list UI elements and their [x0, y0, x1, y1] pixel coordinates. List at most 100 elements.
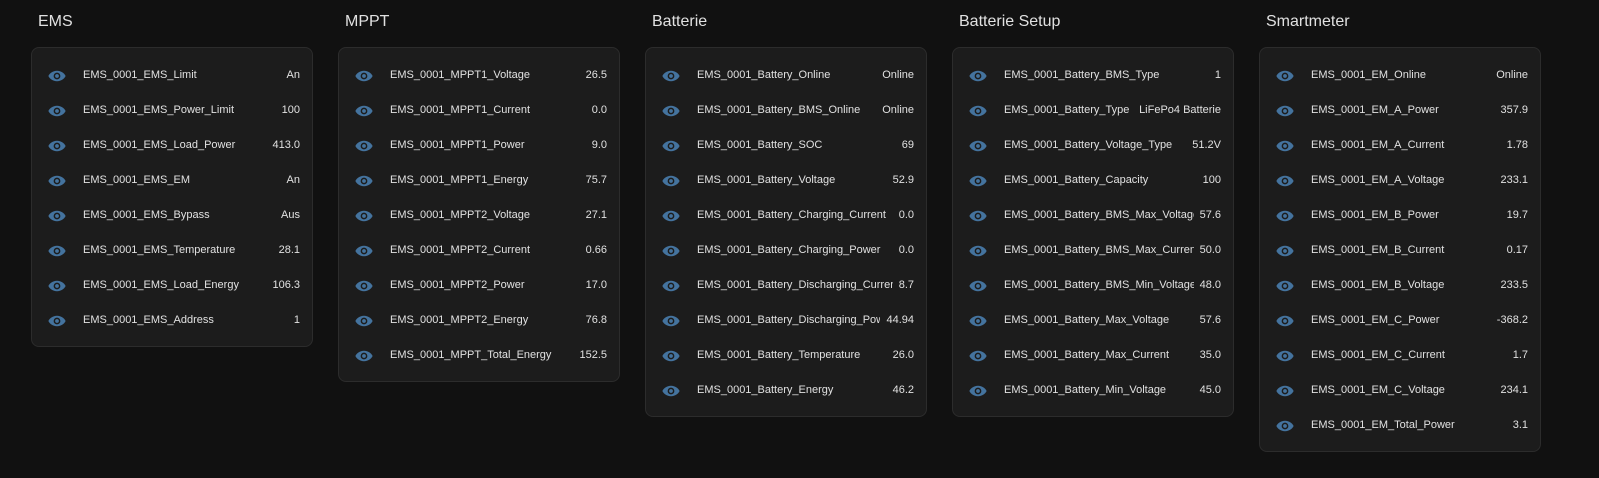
entity-name[interactable]: EMS_0001_EM_A_Current	[1311, 139, 1501, 151]
entity-name[interactable]: EMS_0001_EMS_Limit	[83, 69, 281, 81]
entity-row[interactable]: EMS_0001_EMS_Temperature 28.1	[32, 232, 312, 267]
eye-icon[interactable]	[1276, 384, 1294, 396]
entity-row[interactable]: EMS_0001_MPPT2_Energy 76.8	[339, 302, 619, 337]
entity-name[interactable]: EMS_0001_MPPT2_Energy	[390, 314, 580, 326]
eye-icon[interactable]	[1276, 139, 1294, 151]
entity-row[interactable]: EMS_0001_MPPT2_Current 0.66	[339, 232, 619, 267]
entity-name[interactable]: EMS_0001_Battery_BMS_Type	[1004, 69, 1209, 81]
entity-name[interactable]: EMS_0001_EMS_Load_Power	[83, 139, 266, 151]
entity-row[interactable]: EMS_0001_Battery_Type LiFePo4 Batterie	[953, 92, 1233, 127]
eye-icon[interactable]	[1276, 349, 1294, 361]
eye-icon[interactable]	[662, 209, 680, 221]
entity-row[interactable]: EMS_0001_Battery_Capacity 100	[953, 162, 1233, 197]
entity-row[interactable]: EMS_0001_EMS_Bypass Aus	[32, 197, 312, 232]
entity-row[interactable]: EMS_0001_EM_C_Power -368.2	[1260, 302, 1540, 337]
entity-name[interactable]: EMS_0001_EM_C_Current	[1311, 349, 1507, 361]
eye-icon[interactable]	[1276, 244, 1294, 256]
eye-icon[interactable]	[48, 174, 66, 186]
entity-name[interactable]: EMS_0001_EM_B_Power	[1311, 209, 1501, 221]
eye-icon[interactable]	[48, 139, 66, 151]
entity-row[interactable]: EMS_0001_Battery_BMS_Type 1	[953, 57, 1233, 92]
eye-icon[interactable]	[969, 174, 987, 186]
entity-row[interactable]: EMS_0001_Battery_Voltage_Type 51.2V	[953, 127, 1233, 162]
eye-icon[interactable]	[662, 104, 680, 116]
eye-icon[interactable]	[48, 279, 66, 291]
entity-name[interactable]: EMS_0001_Battery_Min_Voltage	[1004, 384, 1194, 396]
entity-row[interactable]: EMS_0001_EMS_Load_Energy 106.3	[32, 267, 312, 302]
eye-icon[interactable]	[662, 349, 680, 361]
entity-name[interactable]: EMS_0001_EM_A_Power	[1311, 104, 1494, 116]
entity-name[interactable]: EMS_0001_Battery_BMS_Online	[697, 104, 876, 116]
entity-name[interactable]: EMS_0001_MPPT2_Current	[390, 244, 580, 256]
entity-name[interactable]: EMS_0001_MPPT1_Power	[390, 139, 586, 151]
entity-row[interactable]: EMS_0001_EMS_Load_Power 413.0	[32, 127, 312, 162]
entity-row[interactable]: EMS_0001_Battery_Max_Current 35.0	[953, 337, 1233, 372]
entity-name[interactable]: EMS_0001_EM_B_Current	[1311, 244, 1501, 256]
entity-row[interactable]: EMS_0001_Battery_Min_Voltage 45.0	[953, 372, 1233, 407]
entity-row[interactable]: EMS_0001_EMS_EM An	[32, 162, 312, 197]
eye-icon[interactable]	[48, 244, 66, 256]
entity-name[interactable]: EMS_0001_Battery_Voltage	[697, 174, 887, 186]
eye-icon[interactable]	[1276, 279, 1294, 291]
entity-row[interactable]: EMS_0001_Battery_Online Online	[646, 57, 926, 92]
eye-icon[interactable]	[969, 209, 987, 221]
entity-row[interactable]: EMS_0001_Battery_SOC 69	[646, 127, 926, 162]
entity-row[interactable]: EMS_0001_Battery_Charging_Current 0.0	[646, 197, 926, 232]
entity-name[interactable]: EMS_0001_EMS_Power_Limit	[83, 104, 276, 116]
entity-row[interactable]: EMS_0001_EM_B_Voltage 233.5	[1260, 267, 1540, 302]
entity-name[interactable]: EMS_0001_Battery_BMS_Min_Voltage	[1004, 279, 1194, 291]
eye-icon[interactable]	[355, 174, 373, 186]
entity-row[interactable]: EMS_0001_Battery_BMS_Max_Current 50.0	[953, 232, 1233, 267]
eye-icon[interactable]	[969, 104, 987, 116]
entity-row[interactable]: EMS_0001_MPPT1_Current 0.0	[339, 92, 619, 127]
entity-name[interactable]: EMS_0001_Battery_Temperature	[697, 349, 887, 361]
entity-name[interactable]: EMS_0001_EM_C_Voltage	[1311, 384, 1494, 396]
eye-icon[interactable]	[1276, 174, 1294, 186]
entity-name[interactable]: EMS_0001_Battery_Online	[697, 69, 876, 81]
eye-icon[interactable]	[355, 69, 373, 81]
eye-icon[interactable]	[355, 139, 373, 151]
entity-name[interactable]: EMS_0001_EMS_EM	[83, 174, 281, 186]
entity-name[interactable]: EMS_0001_Battery_Charging_Power	[697, 244, 893, 256]
entity-row[interactable]: EMS_0001_EM_C_Voltage 234.1	[1260, 372, 1540, 407]
entity-name[interactable]: EMS_0001_EM_B_Voltage	[1311, 279, 1494, 291]
entity-name[interactable]: EMS_0001_Battery_SOC	[697, 139, 896, 151]
eye-icon[interactable]	[48, 314, 66, 326]
entity-name[interactable]: EMS_0001_Battery_Discharging_Power	[697, 314, 880, 326]
entity-name[interactable]: EMS_0001_EMS_Address	[83, 314, 288, 326]
entity-name[interactable]: EMS_0001_MPPT_Total_Energy	[390, 349, 573, 361]
eye-icon[interactable]	[969, 244, 987, 256]
entity-row[interactable]: EMS_0001_EMS_Address 1	[32, 302, 312, 337]
eye-icon[interactable]	[969, 349, 987, 361]
entity-row[interactable]: EMS_0001_MPPT1_Voltage 26.5	[339, 57, 619, 92]
eye-icon[interactable]	[48, 209, 66, 221]
eye-icon[interactable]	[662, 69, 680, 81]
entity-row[interactable]: EMS_0001_EMS_Power_Limit 100	[32, 92, 312, 127]
entity-row[interactable]: EMS_0001_MPPT_Total_Energy 152.5	[339, 337, 619, 372]
entity-name[interactable]: EMS_0001_EM_Online	[1311, 69, 1490, 81]
entity-name[interactable]: EMS_0001_Battery_Discharging_Current	[697, 279, 893, 291]
eye-icon[interactable]	[48, 104, 66, 116]
eye-icon[interactable]	[662, 279, 680, 291]
entity-name[interactable]: EMS_0001_MPPT2_Power	[390, 279, 580, 291]
entity-row[interactable]: EMS_0001_Battery_Discharging_Power 44.94	[646, 302, 926, 337]
eye-icon[interactable]	[1276, 104, 1294, 116]
eye-icon[interactable]	[969, 69, 987, 81]
eye-icon[interactable]	[662, 139, 680, 151]
entity-name[interactable]: EMS_0001_Battery_Energy	[697, 384, 887, 396]
entity-row[interactable]: EMS_0001_MPPT1_Power 9.0	[339, 127, 619, 162]
entity-name[interactable]: EMS_0001_Battery_Voltage_Type	[1004, 139, 1186, 151]
entity-row[interactable]: EMS_0001_Battery_BMS_Min_Voltage 48.0	[953, 267, 1233, 302]
entity-name[interactable]: EMS_0001_EM_A_Voltage	[1311, 174, 1494, 186]
entity-name[interactable]: EMS_0001_Battery_Max_Current	[1004, 349, 1194, 361]
eye-icon[interactable]	[662, 384, 680, 396]
entity-name[interactable]: EMS_0001_Battery_BMS_Max_Voltage	[1004, 209, 1194, 221]
entity-name[interactable]: EMS_0001_EMS_Temperature	[83, 244, 273, 256]
entity-name[interactable]: EMS_0001_EMS_Load_Energy	[83, 279, 266, 291]
eye-icon[interactable]	[355, 279, 373, 291]
entity-row[interactable]: EMS_0001_EM_B_Power 19.7	[1260, 197, 1540, 232]
eye-icon[interactable]	[969, 279, 987, 291]
entity-row[interactable]: EMS_0001_Battery_BMS_Max_Voltage 57.6	[953, 197, 1233, 232]
eye-icon[interactable]	[355, 209, 373, 221]
entity-name[interactable]: EMS_0001_MPPT2_Voltage	[390, 209, 580, 221]
